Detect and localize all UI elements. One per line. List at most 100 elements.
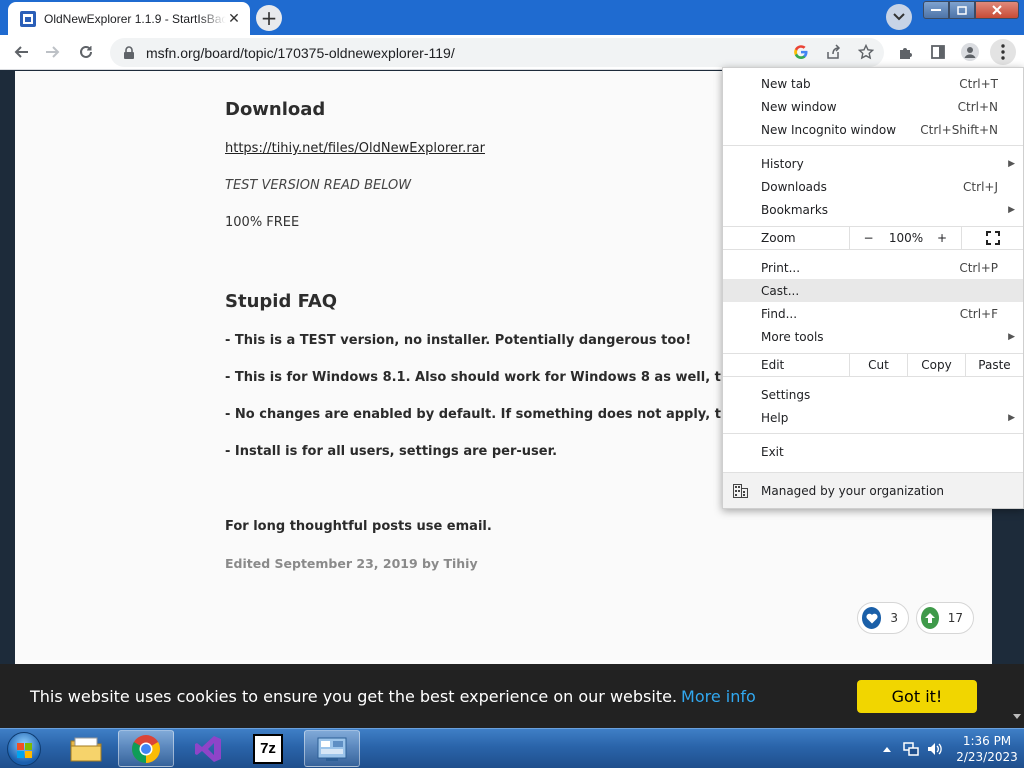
tab-search-chevron-icon[interactable]: [886, 4, 912, 30]
menu-print[interactable]: Print... Ctrl+P: [723, 256, 1023, 279]
7zip-icon[interactable]: 7z: [240, 730, 296, 767]
menu-settings[interactable]: Settings: [723, 383, 1023, 406]
download-link[interactable]: https://tihiy.net/files/OldNewExplorer.r…: [225, 141, 485, 156]
clock-date: 2/23/2023: [956, 750, 1018, 764]
submenu-arrow-icon: ▶: [1008, 158, 1015, 169]
menu-label: New Incognito window: [761, 122, 897, 137]
network-icon[interactable]: [902, 740, 920, 758]
menu-label: Settings: [761, 387, 811, 402]
upvote-count: 17: [947, 611, 963, 625]
chrome-app-menu: New tab Ctrl+T New window Ctrl+N New Incog…: [722, 67, 1024, 509]
menu-separator: [723, 433, 1023, 434]
back-arrow-icon[interactable]: [8, 39, 34, 65]
zoom-in-button[interactable]: +: [925, 227, 959, 249]
system-clock[interactable]: 1:36 PM 2/23/2023: [955, 733, 1019, 765]
upvote-reaction[interactable]: 17: [916, 602, 974, 634]
cookie-banner: This website uses cookies to ensure you …: [0, 664, 1024, 728]
new-tab-button[interactable]: +: [256, 5, 282, 31]
zoom-label: Zoom: [761, 231, 796, 245]
shortcut: Ctrl+Shift+N: [920, 122, 998, 137]
menu-edit-row: Edit Cut Copy Paste: [723, 353, 1023, 377]
chrome-taskbar-icon[interactable]: [118, 730, 174, 767]
window-close-icon[interactable]: [975, 1, 1019, 19]
address-bar[interactable]: msfn.org/board/topic/170375-oldnewexplor…: [110, 38, 884, 67]
copy-button[interactable]: Copy: [907, 354, 965, 376]
menu-label: History: [761, 156, 804, 171]
cut-button[interactable]: Cut: [849, 354, 907, 376]
menu-label: Downloads: [761, 179, 827, 194]
profile-avatar-icon[interactable]: [959, 41, 981, 63]
menu-label: More tools: [761, 329, 824, 344]
windows-logo-icon: [7, 732, 41, 766]
menu-history[interactable]: History ▶: [723, 152, 1023, 175]
shortcut: Ctrl+N: [957, 99, 998, 114]
menu-label: Print...: [761, 260, 801, 275]
faq-heading: Stupid FAQ: [225, 291, 338, 312]
share-icon[interactable]: [822, 41, 844, 63]
shortcut: Ctrl+J: [963, 179, 998, 194]
submenu-arrow-icon: ▶: [1008, 331, 1015, 342]
cookie-message-text: This website uses cookies to ensure you …: [30, 687, 678, 706]
submenu-arrow-icon: ▶: [1008, 204, 1015, 215]
menu-label: Cast...: [761, 283, 800, 298]
file-explorer-icon[interactable]: [58, 730, 114, 767]
menu-new-window[interactable]: New window Ctrl+N: [723, 95, 1023, 118]
menu-exit[interactable]: Exit: [723, 440, 1023, 463]
menu-find[interactable]: Find... Ctrl+F: [723, 302, 1023, 325]
menu-label: New tab: [761, 76, 811, 91]
menu-downloads[interactable]: Downloads Ctrl+J: [723, 175, 1023, 198]
forward-arrow-icon[interactable]: [40, 39, 66, 65]
start-button[interactable]: [4, 731, 44, 767]
google-icon[interactable]: [790, 41, 812, 63]
cookie-message: This website uses cookies to ensure you …: [30, 687, 756, 706]
minimize-icon[interactable]: [923, 1, 949, 19]
menu-label: Bookmarks: [761, 202, 829, 217]
maximize-icon[interactable]: [949, 1, 975, 19]
chrome-menu-kebab-icon[interactable]: [990, 39, 1016, 65]
reload-icon[interactable]: [73, 39, 99, 65]
browser-tab[interactable]: OldNewExplorer 1.1.9 - StartIsBack ✕: [8, 2, 250, 35]
url-text[interactable]: msfn.org/board/topic/170375-oldnewexplor…: [146, 45, 455, 61]
submenu-arrow-icon: ▶: [1008, 412, 1015, 423]
menu-new-incognito-window[interactable]: New Incognito window Ctrl+Shift+N: [723, 118, 1023, 141]
menu-cast[interactable]: Cast...: [723, 279, 1023, 302]
menu-more-tools[interactable]: More tools ▶: [723, 325, 1023, 348]
side-panel-icon[interactable]: [927, 41, 949, 63]
fullscreen-icon[interactable]: [961, 227, 1023, 249]
visual-studio-icon[interactable]: [180, 730, 236, 767]
got-it-button[interactable]: Got it!: [857, 680, 977, 713]
menu-zoom-row: Zoom − 100% +: [723, 226, 1023, 250]
menu-bookmarks[interactable]: Bookmarks ▶: [723, 198, 1023, 221]
menu-new-tab[interactable]: New tab Ctrl+T: [723, 72, 1023, 95]
paste-button[interactable]: Paste: [965, 354, 1023, 376]
browser-toolbar: msfn.org/board/topic/170375-oldnewexplor…: [0, 35, 1024, 70]
building-icon: [733, 484, 748, 498]
browser-tab-strip: OldNewExplorer 1.1.9 - StartIsBack ✕ +: [0, 0, 1024, 35]
extensions-puzzle-icon[interactable]: [895, 41, 917, 63]
volume-icon[interactable]: [926, 740, 944, 758]
scroll-down-arrow-icon[interactable]: [1012, 713, 1022, 723]
windows-taskbar: 7z 1:36 PM 2/23/2023: [0, 728, 1024, 768]
menu-label: Find...: [761, 306, 798, 321]
more-info-link[interactable]: More info: [681, 687, 756, 706]
tab-title: OldNewExplorer 1.1.9 - StartIsBack: [44, 11, 226, 26]
lock-icon[interactable]: [122, 45, 136, 60]
shortcut: Ctrl+P: [959, 260, 998, 275]
zoom-level: 100%: [888, 231, 924, 245]
zoom-out-button[interactable]: −: [849, 227, 887, 249]
managed-by-organization[interactable]: Managed by your organization: [723, 472, 1023, 508]
clock-time: 1:36 PM: [962, 734, 1012, 748]
edit-label: Edit: [761, 358, 785, 372]
window-controls: [923, 1, 1019, 19]
up-arrow-icon: [921, 607, 939, 629]
menu-help[interactable]: Help ▶: [723, 406, 1023, 429]
control-panel-icon[interactable]: [304, 730, 360, 767]
like-reaction[interactable]: 3: [857, 602, 909, 634]
managed-label: Managed by your organization: [761, 483, 945, 498]
tab-close-icon[interactable]: ✕: [226, 11, 242, 27]
bookmark-star-icon[interactable]: [855, 41, 877, 63]
faq-item: - No changes are enabled by default. If …: [225, 407, 773, 422]
show-hidden-icons-icon[interactable]: [880, 742, 894, 756]
menu-label: Help: [761, 410, 789, 425]
faq-item: - This is a TEST version, no installer. …: [225, 333, 692, 348]
